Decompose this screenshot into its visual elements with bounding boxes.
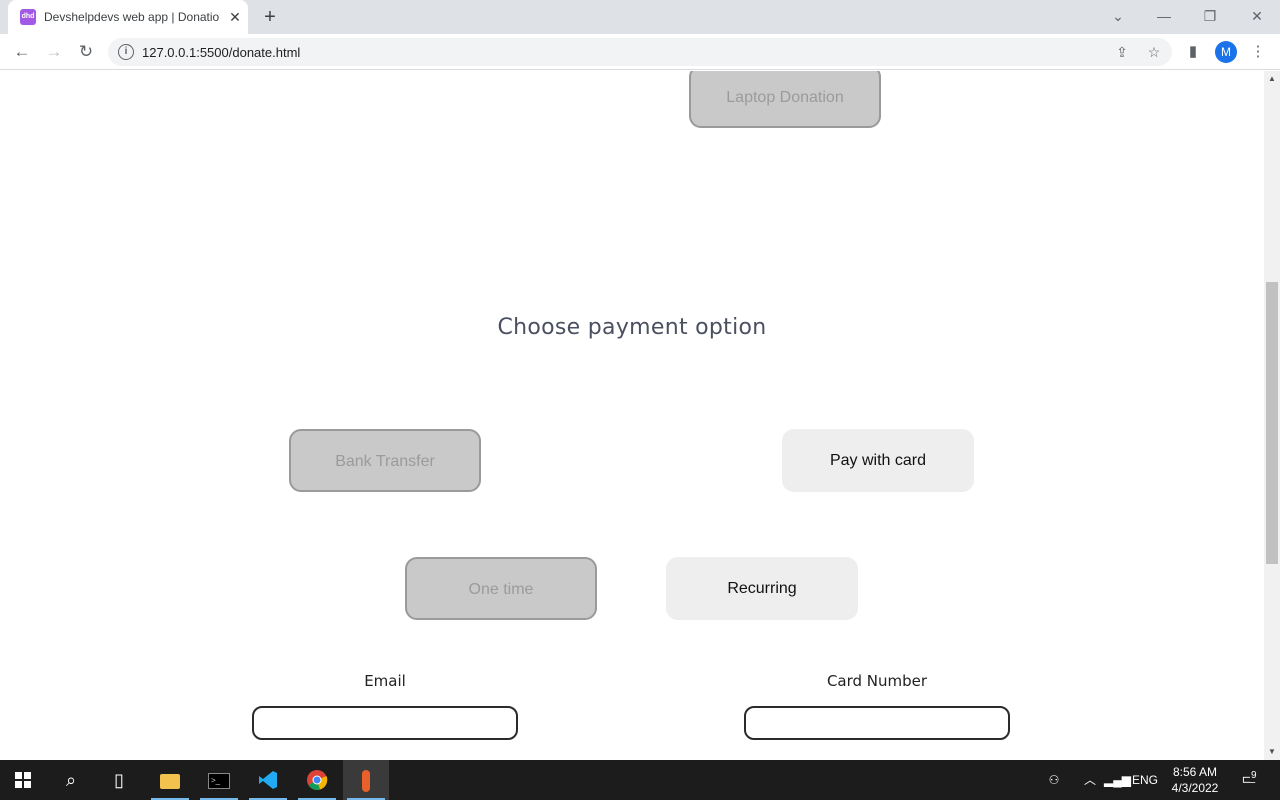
email-label: Email [364, 672, 406, 690]
show-hidden-icons-chevron-icon[interactable]: ︿ [1080, 760, 1100, 800]
notification-count-badge: 9 [1250, 770, 1258, 782]
vscode-icon[interactable] [245, 760, 291, 800]
tab-strip: dhd Devshelpdevs web app | Donatio ✕ + ⌄… [0, 0, 1280, 34]
profile-avatar[interactable]: M [1215, 41, 1237, 63]
minimize-icon[interactable]: — [1150, 4, 1178, 28]
reload-icon[interactable]: ↻ [74, 40, 98, 64]
page-viewport: Laptop Donation Choose payment option Ba… [0, 71, 1264, 760]
search-icon[interactable]: ⌕ [48, 760, 94, 800]
card-number-field[interactable] [744, 706, 1010, 740]
side-panel-icon[interactable]: ▮ [1181, 40, 1205, 64]
browser-tab[interactable]: dhd Devshelpdevs web app | Donatio ✕ [8, 0, 248, 34]
window-close-icon[interactable]: ✕ [1243, 4, 1271, 28]
new-tab-icon[interactable]: + [258, 5, 282, 29]
restore-icon[interactable]: ❐ [1196, 4, 1224, 28]
task-view-icon[interactable]: ▯ [96, 760, 142, 800]
browser-toolbar: ← → ↻ i 127.0.0.1:5500/donate.html ⇪ ☆ ▮… [0, 34, 1280, 70]
tab-title: Devshelpdevs web app | Donatio [44, 10, 220, 24]
system-clock[interactable]: 8:56 AM 4/3/2022 [1166, 764, 1224, 796]
clock-date: 4/3/2022 [1171, 781, 1219, 795]
forward-icon[interactable]: → [42, 40, 66, 64]
notification-center-icon[interactable]: ▭ 9 [1234, 760, 1264, 800]
tab-search-icon[interactable]: ⌄ [1104, 4, 1132, 28]
back-icon[interactable]: ← [10, 40, 34, 64]
scroll-up-arrow-icon[interactable]: ▲ [1264, 71, 1280, 87]
url-text: 127.0.0.1:5500/donate.html [142, 45, 301, 60]
language-indicator[interactable]: ENG [1130, 760, 1160, 800]
laptop-donation-button[interactable]: Laptop Donation [689, 71, 881, 128]
address-bar[interactable]: i 127.0.0.1:5500/donate.html ⇪ ☆ [108, 38, 1172, 66]
snipping-tool-icon[interactable] [343, 760, 389, 800]
chrome-icon[interactable] [294, 760, 340, 800]
windows-taskbar: ⌕ ▯ >_ ⚇ ︿ ▂▄▆ ENG 8:56 AM 4/3/2022 ▭ 9 [0, 760, 1280, 800]
menu-dots-icon[interactable]: ⋮ [1246, 40, 1270, 64]
page-scrollbar[interactable]: ▲ ▼ [1264, 71, 1280, 760]
site-favicon-icon: dhd [20, 9, 36, 25]
page-title: Choose payment option [497, 315, 767, 340]
bookmark-star-icon[interactable]: ☆ [1144, 42, 1164, 62]
network-signal-icon[interactable]: ▂▄▆ [1104, 760, 1131, 800]
card-number-label: Card Number [826, 672, 928, 690]
email-field[interactable] [252, 706, 518, 740]
tab-close-icon[interactable]: ✕ [226, 8, 244, 26]
file-explorer-icon[interactable] [147, 760, 193, 800]
site-info-icon[interactable]: i [118, 44, 134, 60]
terminal-icon[interactable]: >_ [196, 760, 242, 800]
share-icon[interactable]: ⇪ [1112, 42, 1132, 62]
recurring-button[interactable]: Recurring [666, 557, 858, 620]
scroll-down-arrow-icon[interactable]: ▼ [1264, 744, 1280, 760]
people-icon[interactable]: ⚇ [1042, 760, 1066, 800]
one-time-button[interactable]: One time [405, 557, 597, 620]
bank-transfer-button[interactable]: Bank Transfer [289, 429, 481, 492]
scrollbar-thumb[interactable] [1266, 282, 1278, 564]
pay-with-card-button[interactable]: Pay with card [782, 429, 974, 492]
clock-time: 8:56 AM [1172, 765, 1218, 779]
windows-start-icon[interactable] [0, 760, 46, 800]
